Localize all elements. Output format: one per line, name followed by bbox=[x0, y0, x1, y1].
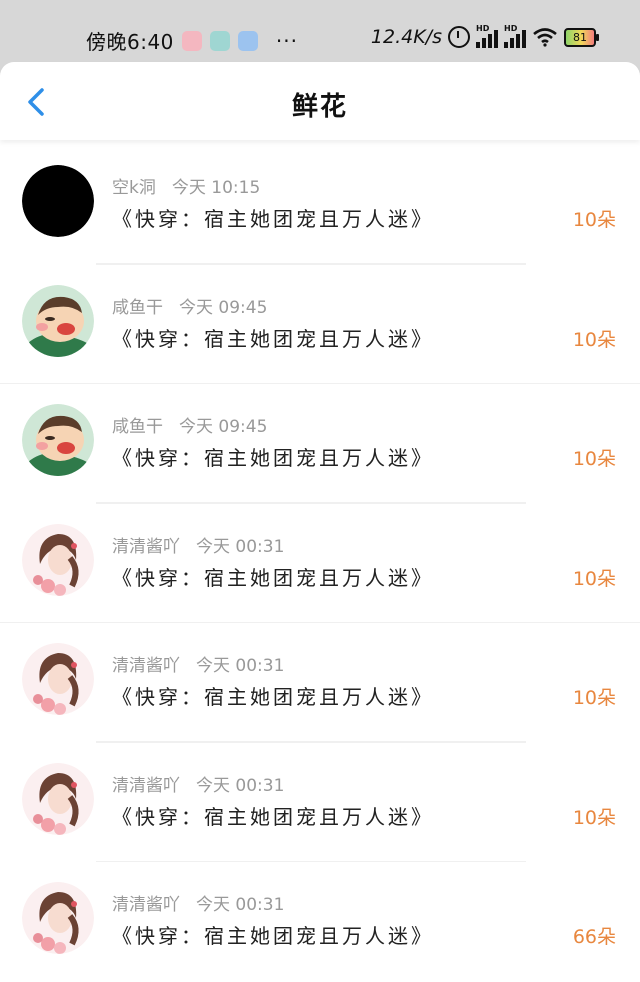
item-meta: 清清酱吖 今天 00:31 bbox=[112, 532, 284, 557]
flower-count: 10朵 bbox=[572, 328, 616, 351]
user-name: 清清酱吖 bbox=[112, 775, 180, 796]
user-name: 清清酱吖 bbox=[112, 656, 180, 676]
battery-icon: 81 bbox=[564, 27, 599, 47]
flower-count: 10朵 bbox=[572, 687, 616, 709]
item-time: 今天 10:15 bbox=[171, 178, 261, 198]
user-avatar[interactable] bbox=[22, 882, 94, 954]
book-title: 《快穿：宿主她团宠且万人迷》 bbox=[112, 685, 434, 709]
list-item[interactable]: 咸鱼干 今天 09:45 《快穿：宿主她团宠且万人迷》 10朵 bbox=[0, 265, 640, 384]
item-time: 今天 00:31 bbox=[196, 775, 285, 796]
girl-avatar-icon bbox=[22, 882, 94, 954]
more-notifications-icon: ··· bbox=[275, 28, 298, 53]
flower-count: 66朵 bbox=[572, 926, 616, 948]
girl-avatar-icon bbox=[22, 643, 94, 715]
item-meta: 清清酱吖 今天 00:31 bbox=[112, 651, 284, 676]
user-avatar[interactable] bbox=[22, 404, 94, 476]
list-item[interactable]: 清清酱吖 今天 00:31 《快穿：宿主她团宠且万人迷》 10朵 bbox=[0, 743, 640, 862]
black-avatar-icon bbox=[22, 165, 94, 237]
cartoon-boy-avatar-icon bbox=[22, 404, 94, 476]
app-notification-icon bbox=[181, 30, 202, 51]
girl-avatar-icon bbox=[22, 523, 94, 596]
alarm-icon bbox=[448, 26, 470, 48]
item-time: 今天 09:45 bbox=[179, 417, 268, 437]
item-time: 今天 00:31 bbox=[196, 536, 285, 557]
item-meta: 咸鱼干 今天 09:45 bbox=[112, 293, 267, 318]
status-right: 12.4K/s HD HD 81 bbox=[370, 24, 599, 48]
hd-label: HD bbox=[504, 24, 518, 33]
user-name: 咸鱼干 bbox=[112, 417, 163, 437]
item-meta: 清清酱吖 今天 00:31 bbox=[112, 771, 284, 796]
user-avatar[interactable] bbox=[22, 523, 94, 596]
item-time: 今天 00:31 bbox=[196, 656, 285, 676]
app-notification-icon bbox=[237, 30, 258, 51]
user-name: 空k洞 bbox=[112, 178, 156, 198]
list-item[interactable]: 清清酱吖 今天 00:31 《快穿：宿主她团宠且万人迷》 10朵 bbox=[0, 504, 640, 623]
page-title: 鲜花 bbox=[291, 92, 348, 122]
girl-avatar-icon bbox=[22, 762, 94, 835]
item-time: 今天 00:31 bbox=[196, 895, 285, 915]
user-name: 清清酱吖 bbox=[112, 895, 180, 915]
cartoon-boy-avatar-icon bbox=[22, 284, 94, 357]
signal-icon: HD bbox=[476, 24, 498, 48]
list-item[interactable]: 咸鱼干 今天 09:45 《快穿：宿主她团宠且万人迷》 10朵 bbox=[0, 384, 640, 504]
user-name: 清清酱吖 bbox=[112, 536, 180, 557]
hd-label: HD bbox=[476, 24, 490, 33]
book-title: 《快穿：宿主她团宠且万人迷》 bbox=[112, 924, 434, 948]
flower-list: 空k洞 今天 10:15 《快穿：宿主她团宠且万人迷》 10朵 咸鱼干 今天 09:… bbox=[0, 145, 640, 982]
app-notification-icon bbox=[209, 30, 230, 51]
user-name: 咸鱼干 bbox=[112, 297, 163, 318]
signal-icon: HD bbox=[504, 24, 526, 48]
user-avatar[interactable] bbox=[22, 165, 94, 237]
item-meta: 咸鱼干 今天 09:45 bbox=[112, 412, 267, 437]
user-avatar[interactable] bbox=[22, 284, 94, 357]
user-avatar[interactable] bbox=[22, 643, 94, 715]
flower-count: 10朵 bbox=[572, 567, 616, 590]
item-meta: 清清酱吖 今天 00:31 bbox=[112, 890, 284, 915]
wifi-icon bbox=[532, 27, 558, 47]
book-title: 《快穿：宿主她团宠且万人迷》 bbox=[112, 207, 434, 231]
flower-count: 10朵 bbox=[572, 209, 616, 231]
item-meta: 空k洞 今天 10:15 bbox=[112, 173, 260, 198]
status-left: 傍晚6:40 ··· bbox=[86, 26, 298, 55]
list-item[interactable]: 清清酱吖 今天 00:31 《快穿：宿主她团宠且万人迷》 10朵 bbox=[0, 623, 640, 743]
book-title: 《快穿：宿主她团宠且万人迷》 bbox=[112, 565, 434, 590]
list-item[interactable]: 清清酱吖 今天 00:31 《快穿：宿主她团宠且万人迷》 66朵 bbox=[0, 862, 640, 982]
header: 鲜花 bbox=[0, 62, 640, 140]
network-speed: 12.4K/s bbox=[370, 26, 442, 48]
book-title: 《快穿：宿主她团宠且万人迷》 bbox=[112, 326, 434, 351]
item-time: 今天 09:45 bbox=[179, 297, 268, 318]
list-item[interactable]: 空k洞 今天 10:15 《快穿：宿主她团宠且万人迷》 10朵 bbox=[0, 145, 640, 265]
flower-count: 10朵 bbox=[572, 806, 616, 829]
book-title: 《快穿：宿主她团宠且万人迷》 bbox=[112, 804, 434, 829]
book-title: 《快穿：宿主她团宠且万人迷》 bbox=[112, 446, 434, 470]
user-avatar[interactable] bbox=[22, 762, 94, 835]
flower-count: 10朵 bbox=[572, 448, 616, 470]
status-time: 傍晚6:40 bbox=[86, 30, 174, 54]
